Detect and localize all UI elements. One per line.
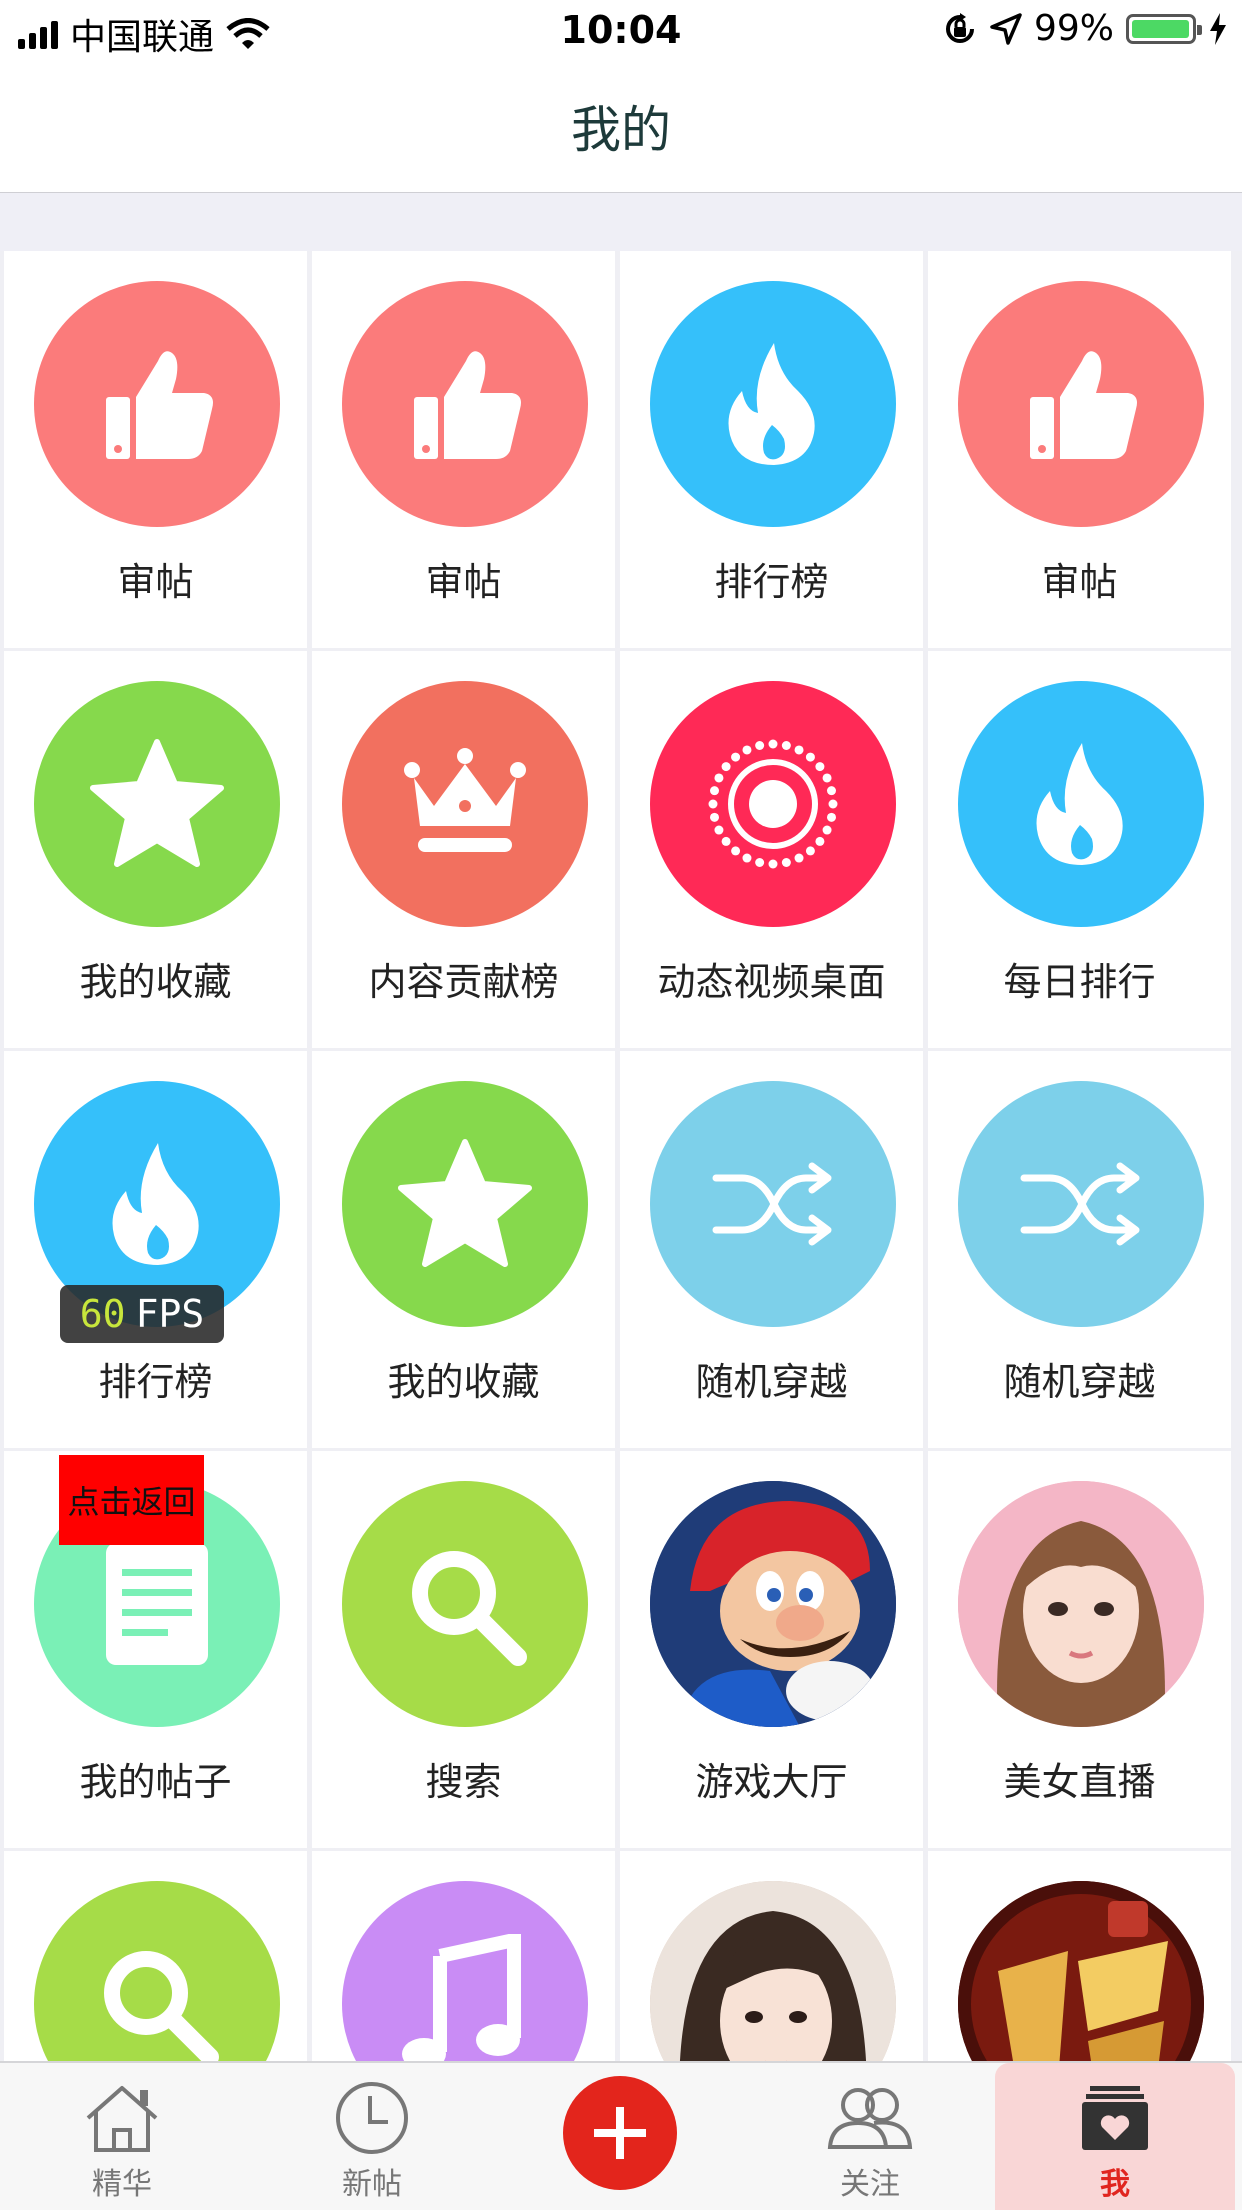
thumbs-up-icon xyxy=(34,281,280,527)
clock-icon xyxy=(336,2082,408,2154)
new-post-button[interactable] xyxy=(563,2076,677,2190)
flame-icon xyxy=(958,681,1204,927)
grid-item[interactable]: 我的收藏 xyxy=(4,651,307,1048)
grid-item-label: 审帖 xyxy=(1041,560,1118,604)
shuffle-icon xyxy=(958,1081,1204,1327)
tab-following[interactable]: 关注 xyxy=(800,2063,940,2210)
grid-item-label: 随机穿越 xyxy=(1003,1360,1156,1404)
grid-item-label: 我的收藏 xyxy=(79,960,232,1004)
star-icon xyxy=(342,1081,588,1327)
grid-item[interactable]: 随机穿越 xyxy=(620,1051,923,1448)
grid-item[interactable]: 美女直播 xyxy=(928,1451,1231,1848)
grid-item[interactable] xyxy=(620,1851,923,2061)
tab-me[interactable]: 我 xyxy=(995,2063,1235,2210)
tab-label: 新帖 xyxy=(342,2167,402,2202)
grid-item-label: 随机穿越 xyxy=(695,1360,848,1404)
grid-item[interactable] xyxy=(312,1851,615,2061)
page-title: 我的 xyxy=(571,101,671,159)
grid-item-label: 美女直播 xyxy=(1003,1760,1156,1804)
fps-value: 60 xyxy=(79,1292,126,1336)
search-icon xyxy=(342,1481,588,1727)
nav-bar: 我的 xyxy=(0,62,1242,194)
grid-item-label: 排行榜 xyxy=(714,560,829,604)
grid-item[interactable]: 排行榜 xyxy=(620,251,923,648)
tab-label: 精华 xyxy=(92,2167,152,2202)
grid-item-label: 动态视频桌面 xyxy=(657,960,886,1004)
section-gap xyxy=(0,193,1242,251)
grid-item[interactable]: 审帖 xyxy=(4,251,307,648)
grid-item[interactable]: 随机穿越 xyxy=(928,1051,1231,1448)
grid-item-label: 搜索 xyxy=(425,1760,502,1804)
grid-item[interactable]: 审帖 xyxy=(312,251,615,648)
tab-bar: 精华 新帖 关注 我 xyxy=(0,2061,1242,2210)
tab-new-posts[interactable]: 新帖 xyxy=(302,2063,442,2210)
star-icon xyxy=(34,681,280,927)
menu-grid: 审帖 审帖 排行榜 审帖 我的收藏 内容贡献榜 动态视频桌面 每日排行 排行榜 … xyxy=(0,251,1242,2061)
grid-item[interactable]: 审帖 xyxy=(928,251,1231,648)
back-button-label: 点击返回 xyxy=(67,1483,196,1521)
shuffle-icon xyxy=(650,1081,896,1327)
battery-percent: 99% xyxy=(1033,8,1114,49)
status-bar: 中国联通 10:04 99% xyxy=(0,0,1242,62)
tab-label: 我 xyxy=(1100,2167,1130,2202)
grid-item-label: 审帖 xyxy=(117,560,194,604)
flame-icon xyxy=(650,281,896,527)
music-note-icon xyxy=(342,1881,588,2061)
fps-unit: FPS xyxy=(135,1292,205,1336)
game-logo-image xyxy=(958,1881,1204,2061)
grid-item-label: 内容贡献榜 xyxy=(368,960,559,1004)
grid-item-label: 游戏大厅 xyxy=(695,1760,848,1804)
charging-icon xyxy=(1210,12,1226,45)
grid-item[interactable]: 动态视频桌面 xyxy=(620,651,923,1048)
crown-icon xyxy=(342,681,588,927)
users-icon xyxy=(827,2088,913,2149)
battery-icon xyxy=(1126,13,1202,44)
record-ring-icon xyxy=(650,681,896,927)
grid-item[interactable]: 我的收藏 xyxy=(312,1051,615,1448)
grid-item[interactable]: 搜索 xyxy=(312,1451,615,1848)
grid-item[interactable]: 内容贡献榜 xyxy=(312,651,615,1048)
grid-item-label: 审帖 xyxy=(425,560,502,604)
live-host-image xyxy=(958,1481,1204,1727)
plus-icon xyxy=(594,2107,646,2159)
grid-item[interactable] xyxy=(928,1851,1231,2061)
search-icon xyxy=(34,1881,280,2061)
grid-item[interactable] xyxy=(4,1851,307,2061)
profile-box-icon xyxy=(1082,2086,1148,2150)
grid-item[interactable]: 排行榜 xyxy=(4,1051,307,1448)
orientation-lock-icon xyxy=(946,12,974,43)
portrait-image xyxy=(650,1881,896,2061)
grid-item-label: 排行榜 xyxy=(98,1360,213,1404)
grid-item-label: 我的收藏 xyxy=(387,1360,540,1404)
fps-monitor: 60 FPS xyxy=(60,1285,224,1343)
thumbs-up-icon xyxy=(342,281,588,527)
grid-item[interactable]: 每日排行 xyxy=(928,651,1231,1048)
tab-label: 关注 xyxy=(840,2167,900,2202)
thumbs-up-icon xyxy=(958,281,1204,527)
tab-featured[interactable]: 精华 xyxy=(52,2063,192,2210)
grid-item[interactable]: 游戏大厅 xyxy=(620,1451,923,1848)
grid-item-label: 每日排行 xyxy=(1003,960,1156,1004)
home-icon xyxy=(86,2086,158,2152)
game-character-image xyxy=(650,1481,896,1727)
grid-item-label: 我的帖子 xyxy=(79,1760,232,1804)
location-arrow-icon xyxy=(990,12,1022,45)
back-button[interactable]: 点击返回 xyxy=(59,1455,204,1545)
